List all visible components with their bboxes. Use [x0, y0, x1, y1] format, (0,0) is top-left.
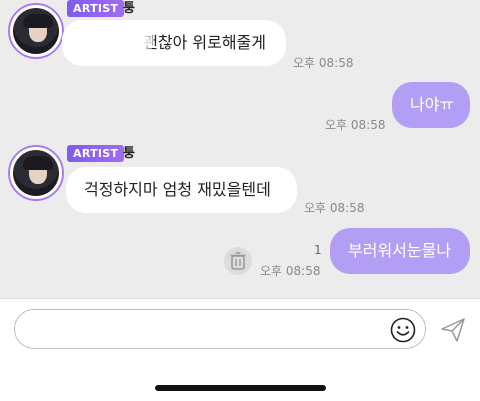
message-time: 오후 08:58 [304, 201, 365, 215]
smiley-icon[interactable] [390, 317, 416, 343]
paper-plane-icon[interactable] [440, 317, 466, 343]
home-indicator[interactable] [155, 385, 326, 391]
redacted-text-overlay [62, 26, 154, 56]
outgoing-message-bubble[interactable]: 나야ㅠ [392, 82, 470, 128]
message-text: 걱정하지마 엄청 재밌을텐데 [84, 180, 271, 199]
artist-badge: ARTIST [67, 145, 125, 162]
composer-bar [0, 298, 480, 401]
delete-message-button[interactable] [224, 247, 252, 275]
message-input[interactable] [29, 318, 389, 340]
sender-name: 퉁 [123, 1, 135, 16]
message-input-container[interactable] [14, 309, 426, 349]
message-text: 부러워서눈물나 [348, 241, 452, 260]
outgoing-message-bubble[interactable]: 부러워서눈물나 [330, 228, 470, 274]
message-time: 오후 08:58 [325, 118, 386, 132]
chat-area: ARTIST 퉁 괜찮아 위로해줄게 오후 08:58 나야ㅠ 오후 08:58… [0, 0, 480, 298]
unread-count: 1 [314, 243, 322, 257]
artist-avatar[interactable] [8, 145, 64, 201]
message-text: 나야ㅠ [410, 95, 455, 114]
message-time: 오후 08:58 [293, 56, 354, 70]
incoming-message-bubble[interactable]: 걱정하지마 엄청 재밌을텐데 [66, 167, 297, 213]
artist-badge: ARTIST [67, 0, 125, 17]
message-text: 괜찮아 위로해줄게 [143, 33, 266, 52]
sender-name: 퉁 [123, 146, 135, 161]
trash-icon [230, 252, 246, 270]
artist-avatar[interactable] [8, 3, 64, 59]
message-time: 오후 08:58 [260, 264, 321, 278]
